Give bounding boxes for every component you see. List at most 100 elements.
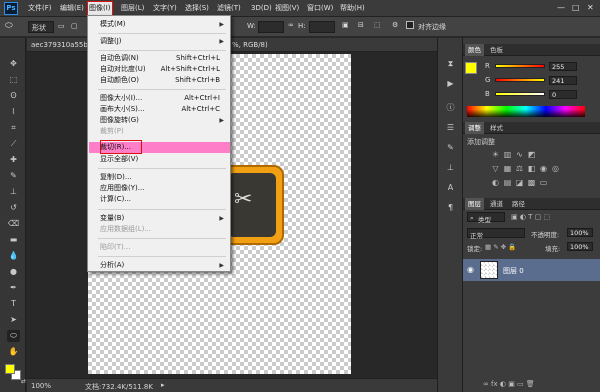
path-align-icon[interactable]: ⊟	[358, 21, 364, 29]
hand-tool-icon[interactable]: ✋	[7, 346, 20, 358]
ellipse-tool-icon[interactable]: ⬭	[7, 330, 20, 342]
document-tab-title[interactable]: aec379310a55b3	[31, 41, 92, 49]
tab-channels[interactable]: 通道	[487, 198, 506, 210]
hue-saturation-adjustment-icon[interactable]: ▦	[503, 164, 512, 173]
opacity-input[interactable]: 100%	[567, 228, 593, 237]
lasso-tool-icon[interactable]: ʘ	[7, 90, 20, 102]
dodge-tool-icon[interactable]: ●	[7, 266, 20, 278]
healing-brush-tool-icon[interactable]: ✚	[7, 154, 20, 166]
close-button[interactable]: ✕	[587, 3, 594, 12]
move-tool-icon[interactable]: ✥	[7, 58, 20, 70]
brush-tool-icon[interactable]: ✎	[7, 170, 20, 182]
green-slider[interactable]	[495, 78, 545, 82]
blur-tool-icon[interactable]: 💧	[7, 250, 20, 262]
menu-item-auto-tone[interactable]: 自动色调(N) Shift+Ctrl+L	[100, 53, 228, 64]
stroke-icon[interactable]: ▢	[71, 22, 78, 30]
paragraph-panel-icon[interactable]: ¶	[444, 202, 457, 214]
channel-mixer-adjustment-icon[interactable]: ◎	[551, 164, 560, 173]
menu-item-mode[interactable]: 模式(M) ▶	[100, 19, 228, 30]
visibility-eye-icon[interactable]: ◉	[467, 265, 474, 274]
layer-filter-select[interactable]: ⌕ 类型	[467, 212, 505, 224]
fill-icon[interactable]: ▭	[58, 22, 65, 30]
tab-paths[interactable]: 路径	[509, 198, 528, 210]
selective-color-adjustment-icon[interactable]: ▩	[527, 178, 536, 187]
type-tool-icon[interactable]: T	[7, 298, 20, 310]
gradient-tool-icon[interactable]: ▬	[7, 234, 20, 246]
menu-item-duplicate[interactable]: 复制(D)...	[100, 172, 228, 183]
tab-styles[interactable]: 样式	[487, 122, 506, 134]
maximize-button[interactable]: □	[572, 3, 580, 12]
menu-edit[interactable]: 编辑(E)	[60, 0, 84, 17]
filter-pixel-icon[interactable]: ▣ ◐ T ▢ ⬚	[511, 213, 550, 221]
black-white-adjustment-icon[interactable]: ◧	[527, 164, 536, 173]
eyedropper-tool-icon[interactable]: ⟋	[7, 138, 20, 150]
menu-window[interactable]: 窗口(W)	[307, 0, 333, 17]
crop-tool-icon[interactable]: ⌗	[7, 122, 20, 134]
path-ops-icon[interactable]: ▣	[342, 21, 349, 29]
clone-stamp-tool-icon[interactable]: ⊥	[7, 186, 20, 198]
menu-item-image-rotation[interactable]: 图像旋转(G) ▶	[100, 115, 228, 126]
menu-item-reveal-all[interactable]: 显示全部(V)	[100, 154, 228, 165]
properties-panel-icon[interactable]: ☰	[444, 122, 457, 134]
tab-color[interactable]: 颜色	[465, 44, 484, 56]
color-foreground-swatch[interactable]	[465, 62, 477, 74]
actions-panel-icon[interactable]: ▶	[444, 78, 457, 90]
color-balance-adjustment-icon[interactable]: ⚖	[515, 164, 524, 173]
status-menu-arrow-icon[interactable]: ▸	[161, 381, 165, 389]
red-value[interactable]: 255	[549, 62, 577, 71]
clone-source-panel-icon[interactable]: ⊥	[444, 162, 457, 174]
height-input[interactable]	[309, 21, 335, 33]
red-slider[interactable]	[495, 64, 545, 68]
info-panel-icon[interactable]: ⓘ	[444, 102, 457, 114]
menu-help[interactable]: 帮助(H)	[340, 0, 365, 17]
marquee-tool-icon[interactable]: ⬚	[7, 74, 20, 86]
threshold-adjustment-icon[interactable]: ◪	[515, 178, 524, 187]
menu-item-adjustments[interactable]: 调整(J) ▶	[100, 36, 228, 47]
blue-value[interactable]: 0	[549, 90, 577, 99]
foreground-color-swatch[interactable]	[5, 364, 15, 374]
lock-icons[interactable]: ▦ ✎ ✥ 🔒	[485, 243, 516, 251]
settings-gear-icon[interactable]: ⚙	[392, 21, 398, 29]
shape-mode-select[interactable]: 形状	[28, 21, 54, 33]
menu-item-apply-image[interactable]: 应用图像(Y)...	[100, 183, 228, 194]
layer-row[interactable]: ◉ 图层 0	[463, 259, 600, 281]
history-brush-tool-icon[interactable]: ↺	[7, 202, 20, 214]
photo-filter-adjustment-icon[interactable]: ◉	[539, 164, 548, 173]
menu-3d[interactable]: 3D(D)	[251, 0, 272, 17]
path-arrange-icon[interactable]: ⬚	[374, 21, 381, 29]
menu-item-auto-color[interactable]: 自动颜色(O) Shift+Ctrl+B	[100, 75, 228, 86]
exposure-adjustment-icon[interactable]: ◩	[527, 150, 536, 159]
width-input[interactable]	[258, 21, 284, 33]
layer-actions-icons[interactable]: ∞ fx ◐ ▣ ▭ 🗑	[483, 380, 535, 388]
menu-item-variables[interactable]: 变量(B) ▶	[100, 213, 228, 224]
curves-adjustment-icon[interactable]: ∿	[515, 150, 524, 159]
character-panel-icon[interactable]: A	[444, 182, 457, 194]
blue-slider[interactable]	[495, 92, 545, 96]
tab-swatches[interactable]: 色板	[487, 44, 506, 56]
blend-mode-select[interactable]: 正常	[467, 228, 525, 240]
zoom-level[interactable]: 100%	[31, 382, 51, 390]
menu-item-calculations[interactable]: 计算(C)...	[100, 194, 228, 205]
fill-input[interactable]: 100%	[567, 242, 593, 251]
link-icon[interactable]: ∞	[288, 21, 294, 29]
menu-item-trim[interactable]: 裁切(R)...	[100, 142, 228, 153]
menu-item-image-size[interactable]: 图像大小(I)... Alt+Ctrl+I	[100, 93, 228, 104]
pen-tool-icon[interactable]: ✒	[7, 282, 20, 294]
eraser-tool-icon[interactable]: ⌫	[7, 218, 20, 230]
posterize-adjustment-icon[interactable]: ▤	[503, 178, 512, 187]
minimize-button[interactable]: —	[557, 3, 565, 12]
menu-image[interactable]: 图像(I)	[87, 1, 113, 16]
history-panel-icon[interactable]: ⧗	[444, 58, 457, 70]
tab-adjustments[interactable]: 调整	[465, 122, 484, 134]
path-select-tool-icon[interactable]: ➤	[7, 314, 20, 326]
color-spectrum-ramp[interactable]	[467, 106, 585, 117]
ellipse-tool-icon[interactable]: ⬭	[5, 21, 13, 31]
menu-item-auto-contrast[interactable]: 自动对比度(U) Alt+Shift+Ctrl+L	[100, 64, 228, 75]
brightness-adjustment-icon[interactable]: ☀	[491, 150, 500, 159]
gradient-map-adjustment-icon[interactable]: ▭	[539, 178, 548, 187]
green-value[interactable]: 241	[549, 76, 577, 85]
invert-adjustment-icon[interactable]: ◐	[491, 178, 500, 187]
brush-panel-icon[interactable]: ✎	[444, 142, 457, 154]
levels-adjustment-icon[interactable]: ▥	[503, 150, 512, 159]
menu-item-canvas-size[interactable]: 画布大小(S)... Alt+Ctrl+C	[100, 104, 228, 115]
